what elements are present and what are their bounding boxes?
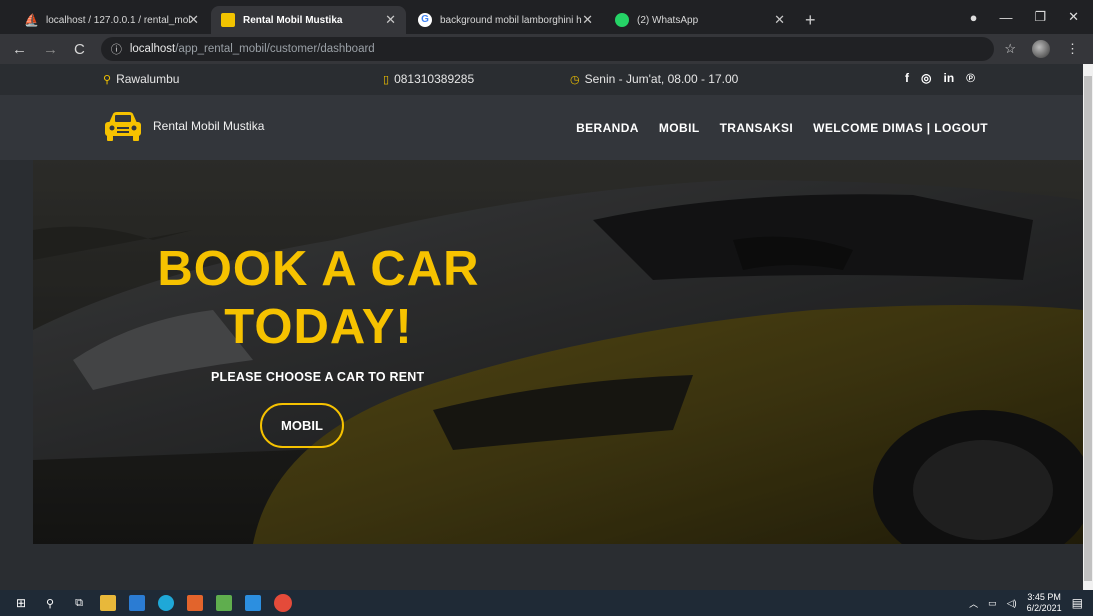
tab-rental-mobil[interactable]: Rental Mobil Mustika ✕ — [211, 6, 406, 34]
close-icon[interactable]: ✕ — [385, 12, 396, 28]
social-links: f ◎ in ℗ — [905, 71, 975, 85]
info-icon[interactable]: ⓘ — [111, 41, 122, 57]
reload-button[interactable]: C — [74, 41, 85, 58]
chrome-icon[interactable] — [274, 594, 292, 612]
system-clock[interactable]: 3:45 PM 6/2/2021 — [1027, 592, 1062, 614]
tab-whatsapp[interactable]: (2) WhatsApp ✕ — [605, 6, 795, 34]
page-bottom-band — [0, 544, 1083, 590]
clock-date: 6/2/2021 — [1026, 603, 1062, 613]
browser-tab-strip: ⛵ localhost / 127.0.0.1 / rental_mol ✕ R… — [0, 0, 1093, 34]
restore-button[interactable]: ❐ — [1034, 9, 1046, 25]
pinterest-icon[interactable]: ℗ — [966, 71, 975, 85]
hours-text: Senin - Jum'at, 08.00 - 17.00 — [584, 72, 739, 86]
car-logo-icon — [105, 112, 141, 141]
url-field[interactable]: ⓘ localhost/app_rental_mobil/customer/da… — [100, 37, 995, 61]
menu-kebab-icon[interactable]: ⋮ — [1066, 41, 1079, 57]
profile-avatar[interactable] — [1032, 40, 1050, 58]
mobil-cta-button[interactable]: MOBIL — [260, 403, 344, 448]
edge-icon[interactable] — [158, 595, 174, 611]
web-page: ⚲ Rawalumbu ▯ 081310389285 ◷ Senin - Jum… — [0, 64, 1083, 590]
file-explorer-icon[interactable] — [100, 595, 116, 611]
location-item: ⚲ Rawalumbu — [103, 72, 179, 86]
linkedin-icon[interactable]: in — [943, 71, 954, 85]
tab-phpmyadmin[interactable]: ⛵ localhost / 127.0.0.1 / rental_mol ✕ — [14, 6, 209, 34]
tab-title: (2) WhatsApp — [637, 14, 699, 26]
location-text: Rawalumbu — [116, 72, 180, 86]
scrollbar-thumb[interactable] — [1084, 76, 1092, 581]
battery-icon[interactable]: ▭ — [988, 598, 997, 609]
system-tray: ︿ ▭ ◁) 3:45 PM 6/2/2021 ▤ — [969, 592, 1083, 614]
main-navbar: Rental Mobil Mustika BERANDA MOBIL TRANS… — [0, 95, 1083, 160]
windows-start-icon[interactable]: ⊞ — [13, 595, 29, 611]
tray-chevron-icon[interactable]: ︿ — [969, 597, 978, 610]
windows-taskbar: ⊞ ⚲ ⧉ ︿ ▭ ◁) 3:45 PM 6/2/2021 ▤ — [0, 590, 1093, 616]
page-scrollbar[interactable] — [1083, 64, 1093, 590]
tab-title: background mobil lamborghini h — [440, 14, 582, 26]
tab-google-search[interactable]: G background mobil lamborghini h ✕ — [408, 6, 603, 34]
office-icon[interactable] — [187, 595, 203, 611]
mail-icon[interactable] — [129, 595, 145, 611]
nav-menu: BERANDA MOBIL TRANSAKSI WELCOME DIMAS | … — [576, 121, 988, 135]
close-icon[interactable]: ✕ — [774, 12, 785, 28]
phone-text: 081310389285 — [394, 72, 475, 86]
hero-banner: BOOK A CAR TODAY! PLEASE CHOOSE A CAR TO… — [33, 160, 1083, 544]
volume-icon[interactable]: ◁) — [1007, 598, 1017, 609]
close-icon[interactable]: ✕ — [188, 12, 199, 28]
bookmark-star-icon[interactable]: ☆ — [1004, 41, 1016, 57]
close-window-button[interactable]: ✕ — [1068, 9, 1079, 25]
info-topbar: ⚲ Rawalumbu ▯ 081310389285 ◷ Senin - Jum… — [0, 64, 1083, 95]
facebook-icon[interactable]: f — [905, 71, 909, 85]
hero-title-line2: TODAY! — [224, 300, 413, 354]
address-bar-row: ← → C ⓘ localhost/app_rental_mobil/custo… — [0, 34, 1093, 64]
clock-time: 3:45 PM — [1027, 592, 1061, 602]
nav-beranda[interactable]: BERANDA — [576, 121, 639, 135]
url-host: localhost — [129, 43, 176, 55]
nav-welcome-logout[interactable]: WELCOME DIMAS | LOGOUT — [813, 121, 988, 135]
nav-transaksi[interactable]: TRANSAKSI — [720, 121, 794, 135]
instagram-icon[interactable]: ◎ — [921, 71, 931, 85]
search-icon[interactable]: ⚲ — [42, 595, 58, 611]
hero-subtitle: PLEASE CHOOSE A CAR TO RENT — [211, 370, 425, 384]
brand-name: Rental Mobil Mustika — [153, 119, 265, 133]
url-path: /app_rental_mobil/customer/dashboard — [175, 43, 375, 55]
whatsapp-icon — [615, 13, 629, 27]
clock-icon: ◷ — [570, 73, 580, 86]
google-icon: G — [418, 13, 432, 27]
close-icon[interactable]: ✕ — [582, 12, 593, 28]
hero-title: BOOK A CAR TODAY! — [146, 240, 491, 356]
new-tab-button[interactable]: + — [805, 6, 816, 34]
forward-button[interactable]: → — [43, 41, 58, 58]
hero-title-line1: BOOK A CAR — [157, 242, 480, 296]
tab-title: Rental Mobil Mustika — [243, 14, 343, 26]
vscode-icon[interactable] — [245, 595, 261, 611]
notepad-icon[interactable] — [216, 595, 232, 611]
hours-item: ◷ Senin - Jum'at, 08.00 - 17.00 — [570, 72, 738, 86]
phpmyadmin-icon: ⛵ — [24, 13, 39, 27]
window-controls: ● — ❐ ✕ — [970, 0, 1093, 34]
map-marker-icon: ⚲ — [103, 73, 112, 86]
car-icon — [221, 13, 235, 27]
phone-icon: ▯ — [383, 73, 390, 86]
back-button[interactable]: ← — [12, 41, 27, 58]
brand-logo[interactable]: Rental Mobil Mustika — [103, 109, 264, 143]
tab-title: localhost / 127.0.0.1 / rental_mol — [46, 14, 191, 26]
nav-mobil[interactable]: MOBIL — [659, 121, 700, 135]
notification-icon[interactable]: ▤ — [1072, 596, 1083, 610]
task-view-icon[interactable]: ⧉ — [71, 595, 87, 611]
profile-dropdown-icon[interactable]: ● — [970, 10, 978, 25]
phone-item: ▯ 081310389285 — [383, 72, 474, 86]
minimize-button[interactable]: — — [999, 10, 1012, 25]
